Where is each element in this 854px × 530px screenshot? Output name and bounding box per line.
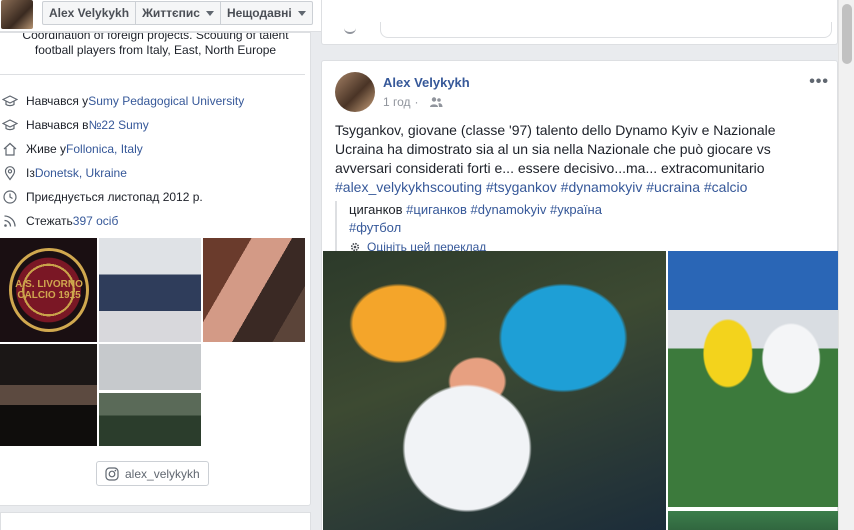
composer-icon	[344, 26, 356, 34]
post-photo-main[interactable]	[323, 251, 666, 530]
divider	[0, 74, 305, 75]
post-photo-side-2[interactable]	[668, 511, 839, 530]
intro-prefix: Навчався в	[26, 118, 89, 132]
intro-list: Навчався у Sumy Pedagogical University Н…	[2, 89, 244, 233]
intro-item-from: Із Donetsk, Ukraine	[2, 161, 244, 185]
post-photo-side-1[interactable]	[668, 251, 839, 507]
intro-link-city[interactable]: Follonica, Italy	[66, 142, 143, 156]
post-author-name[interactable]: Alex Velykykh	[383, 75, 470, 90]
bio-text: Coordination of foreign projects. Scouti…	[0, 33, 311, 58]
intro-prefix: Стежать	[26, 214, 73, 228]
bio-line-2: football players from Italy, East, North…	[34, 43, 277, 57]
intro-item-joined: Приєднується листопад 2012 р.	[2, 185, 244, 209]
post-meta: 1 год ·	[383, 95, 443, 109]
post-composer	[321, 0, 838, 45]
club-crest: A.S. LIVORNO CALCIO 1915	[9, 248, 89, 332]
graduation-cap-icon	[2, 119, 18, 131]
chevron-down-icon	[297, 10, 306, 16]
intro-prefix: Живе у	[26, 142, 67, 156]
next-card	[0, 512, 311, 530]
scrollbar-thumb[interactable]	[842, 4, 852, 64]
meta-separator: ·	[414, 95, 419, 109]
intro-item-education-2: Навчався в №22 Sumy	[2, 113, 244, 137]
location-pin-icon	[4, 166, 16, 181]
photo-family[interactable]	[203, 238, 305, 342]
post-options-button[interactable]: •••	[809, 73, 829, 91]
post-body: Tsygankov, giovane (classe '97) talento …	[335, 121, 825, 197]
intro-link-university[interactable]: Sumy Pedagogical University	[88, 94, 244, 108]
post-timestamp[interactable]: 1 год	[383, 95, 411, 109]
recent-label: Нещодавні	[226, 6, 292, 20]
intro-link-followers[interactable]: 397 осіб	[73, 214, 119, 228]
intro-joined-text: Приєднується листопад 2012 р.	[26, 190, 203, 204]
composer-input[interactable]	[380, 22, 832, 38]
friends-icon[interactable]	[429, 96, 443, 108]
clock-icon	[3, 190, 17, 204]
photo-livorno-crest[interactable]: A.S. LIVORNO CALCIO 1915	[0, 238, 97, 342]
profile-name-button[interactable]: Alex Velykykh	[43, 2, 137, 24]
profile-avatar[interactable]	[1, 0, 33, 29]
recent-dropdown[interactable]: Нещодавні	[221, 2, 312, 24]
profile-nav-group: Alex Velykykh Життєпис Нещодавні	[42, 1, 313, 25]
timeline-label: Життєпис	[142, 6, 200, 20]
feed-post: Alex Velykykh 1 год · ••• Tsygankov, gio…	[321, 60, 839, 530]
page-scrollbar[interactable]	[838, 0, 854, 530]
instagram-link[interactable]: alex_velykykh	[96, 461, 209, 486]
bio-line-top: Coordination of foreign projects. Scouti…	[22, 33, 289, 42]
intro-link-school[interactable]: №22 Sumy	[89, 118, 149, 132]
photo-portrait[interactable]	[0, 344, 97, 446]
intro-item-education-1: Навчався у Sumy Pedagogical University	[2, 89, 244, 113]
intro-item-lives: Живе у Follonica, Italy	[2, 137, 244, 161]
post-text: Tsygankov, giovane (classe '97) talento …	[335, 122, 776, 176]
timeline-dropdown[interactable]: Життєпис	[136, 2, 221, 24]
intro-item-followers: Стежать 397 осіб	[2, 209, 244, 233]
intro-prefix: Навчався у	[26, 94, 89, 108]
translation-text: циганков	[349, 202, 407, 217]
intro-prefix: Із	[26, 166, 35, 180]
intro-card: Coordination of foreign projects. Scouti…	[0, 32, 311, 506]
graduation-cap-icon	[2, 95, 18, 107]
profile-name-label: Alex Velykykh	[49, 6, 130, 20]
rss-icon	[4, 215, 16, 227]
photo-collage[interactable]	[99, 344, 201, 446]
instagram-icon	[105, 466, 119, 481]
instagram-handle: alex_velykykh	[125, 466, 200, 481]
intro-link-hometown[interactable]: Donetsk, Ukraine	[35, 166, 127, 180]
translation-block: циганков #циганков #dynamokyiv #україна …	[335, 201, 635, 256]
author-avatar[interactable]	[335, 72, 375, 112]
photo-meeting[interactable]	[99, 238, 201, 342]
post-hashtags[interactable]: #alex_velykykhscouting #tsygankov #dynam…	[335, 179, 747, 195]
chevron-down-icon	[205, 10, 214, 16]
home-icon	[3, 142, 17, 156]
